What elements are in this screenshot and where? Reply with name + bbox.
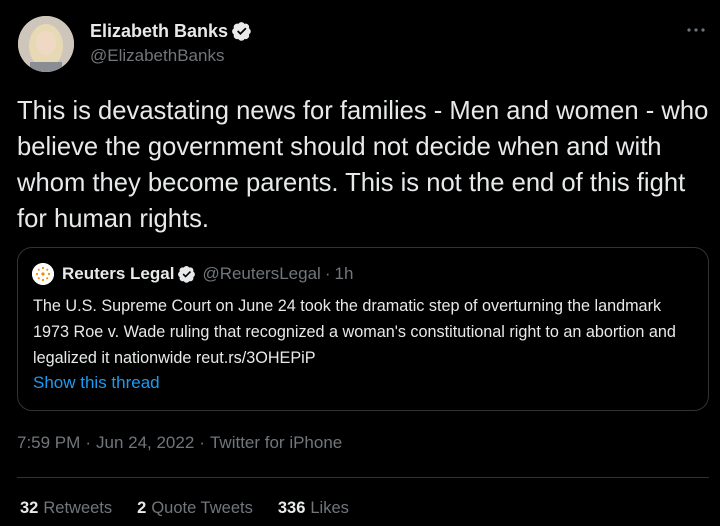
quote-tweets-stat[interactable]: 2 Quote Tweets [137,497,253,519]
quote-tweets-count: 2 [137,499,147,517]
tweet-stats: 32 Retweets 2 Quote Tweets 336 Likes [20,497,374,519]
separator-dot: · [85,433,91,452]
tweet-meta: 7:59 PM · Jun 24, 2022 · Twitter for iPh… [17,432,342,454]
tweet-date[interactable]: Jun 24, 2022 [96,432,194,454]
tweet-time[interactable]: 7:59 PM [17,432,80,454]
author-avatar[interactable] [18,16,74,72]
divider [17,477,709,478]
quote-tweets-label: Quote Tweets [151,499,253,517]
separator-dot: · [199,433,205,452]
quoted-timestamp[interactable]: 1h [335,263,354,285]
likes-stat[interactable]: 336 Likes [278,497,349,519]
quoted-tweet-text: The U.S. Supreme Court on June 24 took t… [33,297,676,367]
quoted-tweet-card[interactable]: Reuters Legal @ReutersLegal · 1h The U.S… [17,247,709,411]
likes-count: 336 [277,499,306,517]
show-thread-link[interactable]: Show this thread [33,372,160,394]
retweets-count: 32 [20,499,39,517]
tweet-detail: Elizabeth Banks @ElizabethBanks This is … [0,0,720,526]
quoted-handle[interactable]: @ReutersLegal [202,263,320,285]
author-display-name[interactable]: Elizabeth Banks [90,20,228,42]
quoted-display-name[interactable]: Reuters Legal [62,263,174,285]
verified-badge-icon [178,265,196,283]
retweets-stat[interactable]: 32 Retweets [20,497,112,519]
tweet-text: This is devastating news for families - … [17,97,709,233]
verified-badge-icon [232,22,251,41]
separator-dot: · [324,264,331,283]
author-handle[interactable]: @ElizabethBanks [90,45,224,67]
more-dots-icon[interactable] [684,20,708,40]
likes-label: Likes [310,499,349,517]
retweets-label: Retweets [43,499,113,517]
tweet-source[interactable]: Twitter for iPhone [210,432,342,454]
quoted-author-avatar[interactable] [32,263,54,285]
